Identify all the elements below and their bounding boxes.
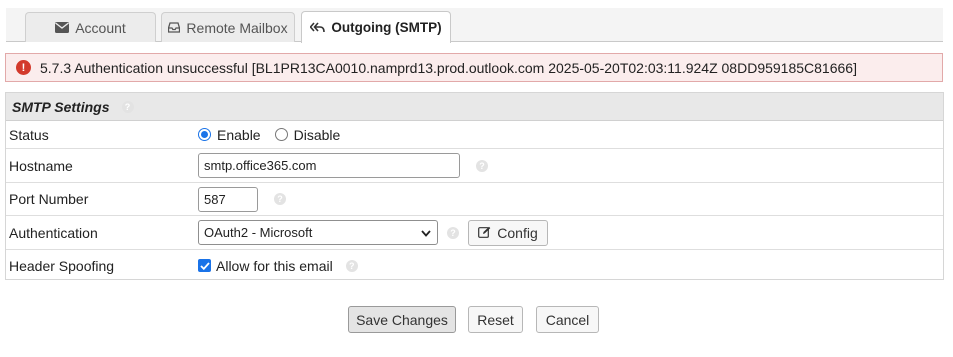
tab-outgoing-smtp[interactable]: Outgoing (SMTP) [301, 11, 451, 43]
port-label: Port Number [9, 191, 89, 207]
tab-label: Remote Mailbox [186, 19, 288, 36]
help-icon[interactable]: ? [476, 159, 488, 172]
hostname-input[interactable]: smtp.office365.com [198, 153, 460, 178]
help-icon[interactable]: ? [345, 259, 358, 272]
header-spoofing-label: Header Spoofing [9, 257, 115, 274]
reply-all-icon [310, 22, 326, 33]
chevron-down-icon [421, 225, 431, 240]
hostname-label: Hostname [9, 157, 73, 174]
help-icon[interactable]: ? [447, 226, 459, 239]
help-icon[interactable]: ? [121, 100, 134, 113]
status-row: Status Enable Disable [6, 121, 943, 149]
cancel-button[interactable]: Cancel [536, 306, 599, 333]
panel-header: SMTP Settings ? [6, 93, 943, 121]
tab-account[interactable]: Account [25, 12, 156, 42]
authentication-label: Authentication [9, 224, 98, 241]
authentication-select[interactable]: OAuth2 - Microsoft [198, 220, 438, 245]
port-row: Port Number 587 ? [6, 183, 943, 216]
disable-radio[interactable] [274, 128, 288, 141]
tab-label: Account [75, 19, 126, 36]
save-changes-button[interactable]: Save Changes [348, 306, 456, 333]
authentication-selected-value: OAuth2 - Microsoft [204, 225, 313, 240]
allow-spoofing-label[interactable]: Allow for this email [216, 258, 333, 274]
authentication-row: Authentication OAuth2 - Microsoft ? Conf… [6, 216, 943, 250]
exclamation-circle-icon: ! [16, 60, 31, 75]
config-button[interactable]: Config [468, 219, 548, 246]
edit-icon [478, 225, 491, 241]
allow-spoofing-checkbox[interactable] [198, 259, 211, 272]
inbox-tray-icon [168, 22, 181, 33]
enable-radio[interactable] [198, 128, 211, 141]
status-label: Status [9, 126, 49, 143]
tab-bar: Account Remote Mailbox Outgoing (SMTP) [6, 8, 943, 43]
panel-title: SMTP Settings [12, 98, 110, 115]
hostname-row: Hostname smtp.office365.com ? [6, 149, 943, 183]
form-actions: Save Changes Reset Cancel [0, 306, 953, 333]
header-spoofing-row: Header Spoofing Allow for this email ? [6, 250, 943, 281]
tab-label: Outgoing (SMTP) [331, 20, 442, 35]
tab-remote-mailbox[interactable]: Remote Mailbox [161, 12, 295, 42]
smtp-settings-panel: SMTP Settings ? Status Enable Disable Ho… [5, 92, 944, 280]
help-icon[interactable]: ? [274, 193, 286, 205]
config-button-label: Config [497, 224, 538, 241]
error-alert: ! 5.7.3 Authentication unsuccessful [BL1… [5, 53, 943, 82]
port-input[interactable]: 587 [198, 186, 258, 212]
envelope-icon [55, 22, 70, 33]
check-icon [199, 261, 210, 270]
reset-button[interactable]: Reset [468, 306, 523, 333]
enable-label[interactable]: Enable [217, 127, 261, 143]
disable-label[interactable]: Disable [294, 127, 341, 143]
alert-message: 5.7.3 Authentication unsuccessful [BL1PR… [40, 59, 857, 76]
